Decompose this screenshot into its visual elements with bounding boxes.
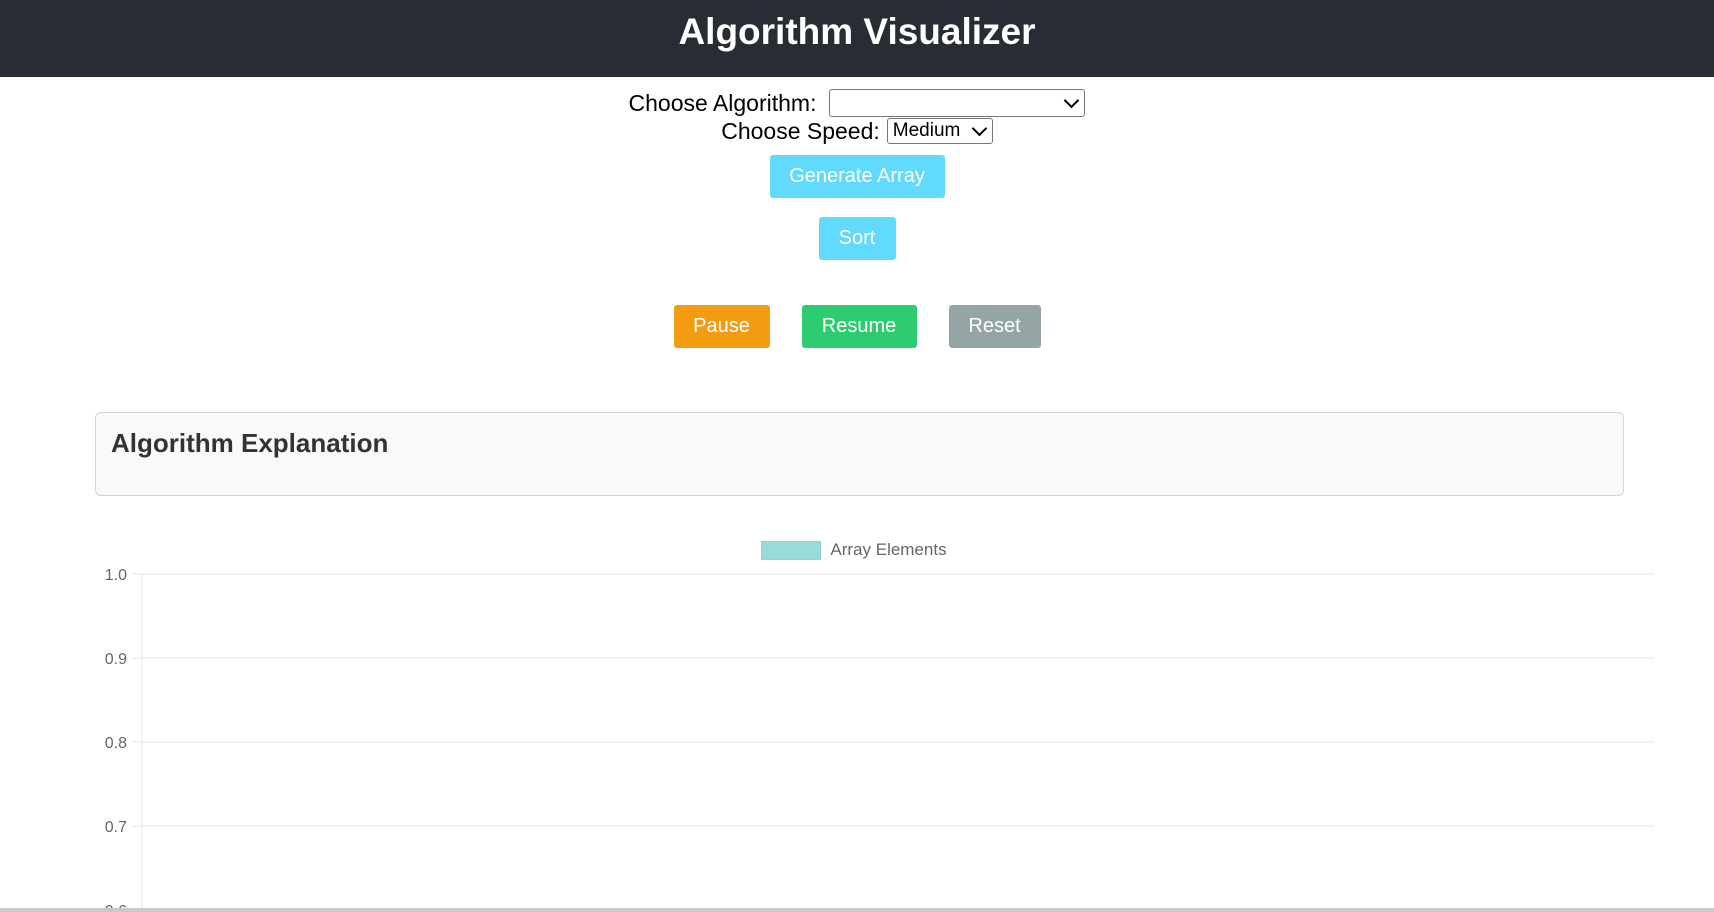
y-tick-label: 1.0 bbox=[105, 567, 127, 584]
window-bottom-edge bbox=[0, 908, 1714, 912]
y-axis-ticks: 1.00.90.80.70.6 bbox=[105, 567, 1654, 912]
y-tick-label: 0.8 bbox=[105, 735, 127, 752]
y-tick-label: 0.7 bbox=[105, 819, 127, 836]
y-tick-label: 0.9 bbox=[105, 651, 127, 668]
bar-chart: 1.00.90.80.70.6 bbox=[105, 567, 1654, 912]
